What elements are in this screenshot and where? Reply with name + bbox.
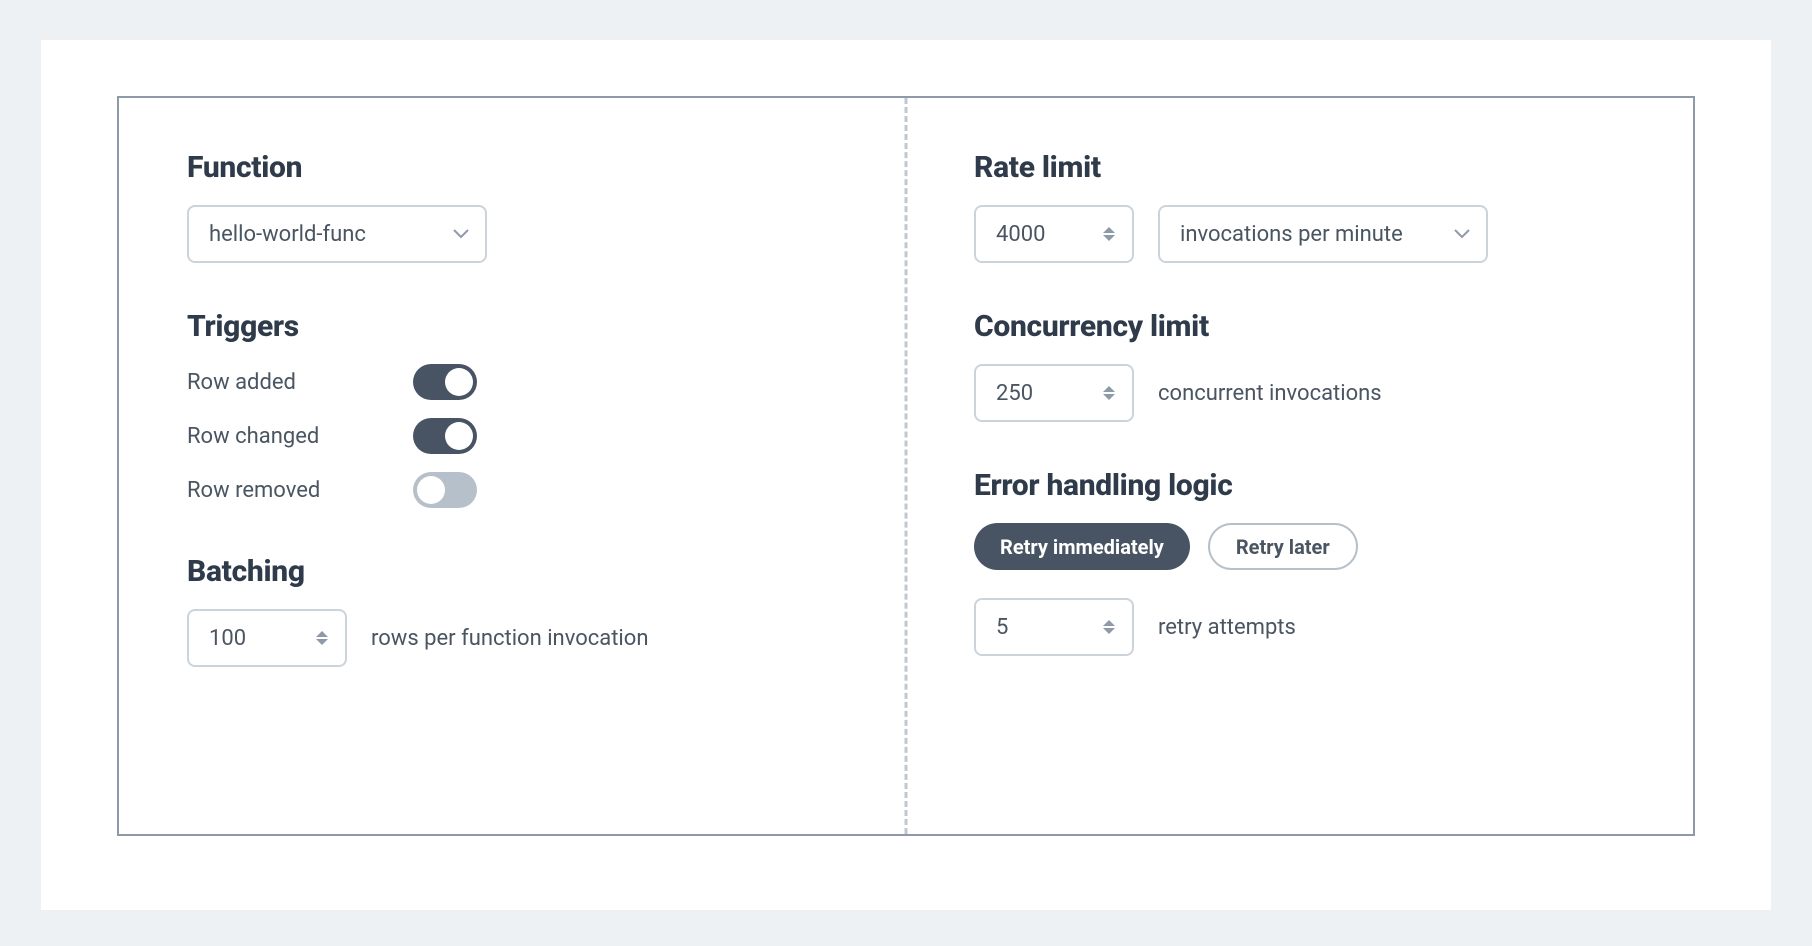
function-select-value: hello-world-func (209, 222, 453, 247)
trigger-row-removed-toggle[interactable] (413, 472, 477, 508)
function-section: Function hello-world-func (187, 150, 838, 263)
error-handling-title: Error handling logic (974, 468, 1625, 503)
right-column: Rate limit 4000 invocations per minute (906, 98, 1693, 834)
trigger-label: Row changed (187, 424, 319, 449)
chevron-down-icon (453, 229, 469, 239)
rate-limit-unit-select[interactable]: invocations per minute (1158, 205, 1488, 263)
triggers-section: Triggers Row added Row changed Row remov… (187, 309, 838, 508)
stepper-icon (1102, 385, 1116, 401)
concurrency-value: 250 (996, 381, 1102, 406)
trigger-label: Row removed (187, 478, 320, 503)
concurrency-title: Concurrency limit (974, 309, 1625, 344)
trigger-row-changed-toggle[interactable] (413, 418, 477, 454)
settings-card: Function hello-world-func Triggers Row a… (41, 40, 1771, 910)
settings-panel: Function hello-world-func Triggers Row a… (117, 96, 1695, 836)
batching-stepper[interactable]: 100 (187, 609, 347, 667)
rate-limit-stepper[interactable]: 4000 (974, 205, 1134, 263)
batching-title: Batching (187, 554, 838, 589)
concurrency-stepper[interactable]: 250 (974, 364, 1134, 422)
stepper-icon (1102, 619, 1116, 635)
trigger-row-added-toggle[interactable] (413, 364, 477, 400)
concurrency-suffix: concurrent invocations (1158, 381, 1382, 406)
rate-limit-title: Rate limit (974, 150, 1625, 185)
trigger-row: Row removed (187, 472, 477, 508)
function-select[interactable]: hello-world-func (187, 205, 487, 263)
batching-section: Batching 100 rows per function invocatio… (187, 554, 838, 667)
rate-limit-section: Rate limit 4000 invocations per minute (974, 150, 1625, 263)
function-title: Function (187, 150, 838, 185)
retry-attempts-value: 5 (996, 615, 1102, 640)
retry-immediately-button[interactable]: Retry immediately (974, 523, 1190, 570)
retry-later-button[interactable]: Retry later (1208, 523, 1358, 570)
rate-limit-value: 4000 (996, 222, 1102, 247)
concurrency-section: Concurrency limit 250 concurrent invocat… (974, 309, 1625, 422)
retry-mode-group: Retry immediately Retry later (974, 523, 1625, 570)
trigger-row: Row added (187, 364, 477, 400)
chevron-down-icon (1454, 229, 1470, 239)
left-column: Function hello-world-func Triggers Row a… (119, 98, 906, 834)
trigger-row: Row changed (187, 418, 477, 454)
batching-value: 100 (209, 626, 315, 651)
error-handling-section: Error handling logic Retry immediately R… (974, 468, 1625, 656)
retry-attempts-suffix: retry attempts (1158, 615, 1296, 640)
trigger-label: Row added (187, 370, 296, 395)
rate-limit-unit-value: invocations per minute (1180, 222, 1454, 247)
stepper-icon (315, 630, 329, 646)
retry-attempts-stepper[interactable]: 5 (974, 598, 1134, 656)
stepper-icon (1102, 226, 1116, 242)
panel-divider (905, 98, 908, 834)
triggers-title: Triggers (187, 309, 838, 344)
batching-suffix: rows per function invocation (371, 626, 648, 651)
